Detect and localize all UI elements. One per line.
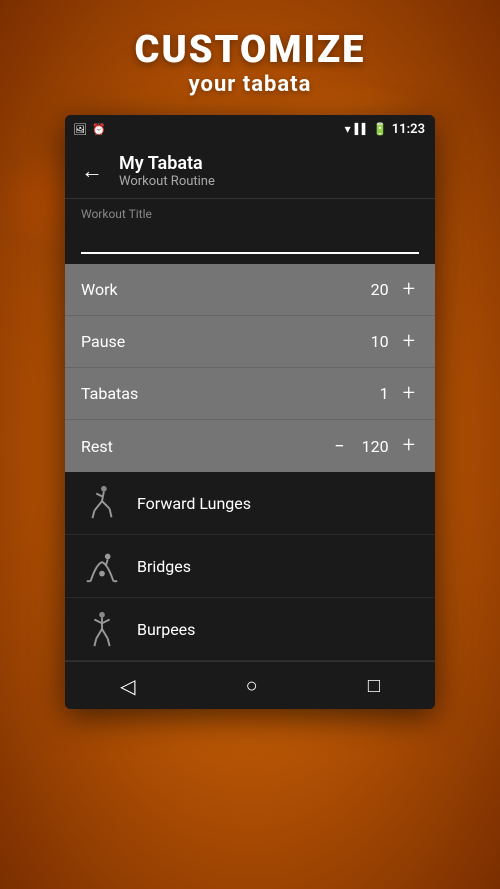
exercise-section: Forward Lunges Bridges Burpees (65, 472, 435, 661)
bridges-icon (81, 545, 123, 587)
headline: CUSTOMIZE (0, 28, 500, 72)
exercise-name-0: Forward Lunges (137, 494, 251, 513)
setting-label-0: Work (81, 280, 118, 299)
subheadline: your tabata (0, 72, 500, 97)
bottom-nav: ◁ ○ □ (65, 661, 435, 709)
workout-title-label: Workout Title (81, 207, 419, 221)
increment-button-0[interactable]: + (399, 279, 419, 301)
exercise-row-1[interactable]: Bridges (65, 535, 435, 598)
increment-button-1[interactable]: + (399, 331, 419, 353)
burpees-icon (81, 608, 123, 650)
exercise-row-2[interactable]: Burpees (65, 598, 435, 661)
setting-row-rest: Rest −120 + (65, 420, 435, 472)
setting-controls-2: 1+ (359, 383, 419, 405)
increment-button-3[interactable]: + (399, 435, 419, 457)
setting-row-work: Work 20 + (65, 264, 435, 316)
setting-row-tabatas: Tabatas1+ (65, 368, 435, 420)
back-button[interactable]: ← (81, 158, 103, 184)
setting-label-2: Tabatas (81, 384, 138, 403)
alarm-icon: ⏰ (92, 123, 106, 136)
image-icon: 🖼 (73, 123, 87, 136)
exercise-name-1: Bridges (137, 557, 191, 576)
decrement-button-3[interactable]: − (330, 436, 348, 457)
status-bar: 🖼 ⏰ ▾ ▌▌ 🔋 11:23 (65, 115, 435, 143)
nav-back-button[interactable]: ◁ (100, 666, 155, 706)
lunges-icon (81, 482, 123, 524)
setting-row-pause: Pause 10 + (65, 316, 435, 368)
settings-section: Work20+Pause10+Tabatas1+Rest−120+ (65, 264, 435, 472)
battery-icon: 🔋 (373, 122, 388, 136)
phone-frame: 🖼 ⏰ ▾ ▌▌ 🔋 11:23 ← My Tabata Workout Rou… (65, 115, 435, 709)
workout-title-input[interactable] (81, 225, 419, 254)
setting-controls-1: 10 + (359, 331, 419, 353)
toolbar: ← My Tabata Workout Routine (65, 143, 435, 199)
setting-value-1: 10 (359, 332, 389, 351)
setting-controls-3: −120 + (330, 435, 419, 457)
setting-value-3: 120 (359, 437, 389, 456)
toolbar-title-group: My Tabata Workout Routine (119, 153, 215, 189)
title-section: Workout Title (65, 199, 435, 264)
setting-label-1: Pause (81, 332, 125, 351)
status-right-icons: ▾ ▌▌ 🔋 11:23 (345, 122, 425, 137)
wifi-icon: ▾ (345, 122, 351, 136)
nav-home-button[interactable]: ○ (226, 665, 278, 706)
toolbar-subtitle: Workout Routine (119, 174, 215, 189)
setting-controls-0: 20 + (359, 279, 419, 301)
setting-value-2: 1 (359, 384, 389, 403)
increment-button-2[interactable]: + (399, 383, 419, 405)
nav-recent-button[interactable]: □ (348, 665, 400, 706)
setting-value-0: 20 (359, 280, 389, 299)
status-time: 11:23 (392, 122, 425, 137)
signal-icon: ▌▌ (355, 124, 369, 135)
exercise-row-0[interactable]: Forward Lunges (65, 472, 435, 535)
exercise-name-2: Burpees (137, 620, 195, 639)
header-section: CUSTOMIZE your tabata (0, 0, 500, 115)
toolbar-title: My Tabata (119, 153, 215, 174)
setting-label-3: Rest (81, 437, 113, 456)
status-left-icons: 🖼 ⏰ (73, 123, 106, 136)
